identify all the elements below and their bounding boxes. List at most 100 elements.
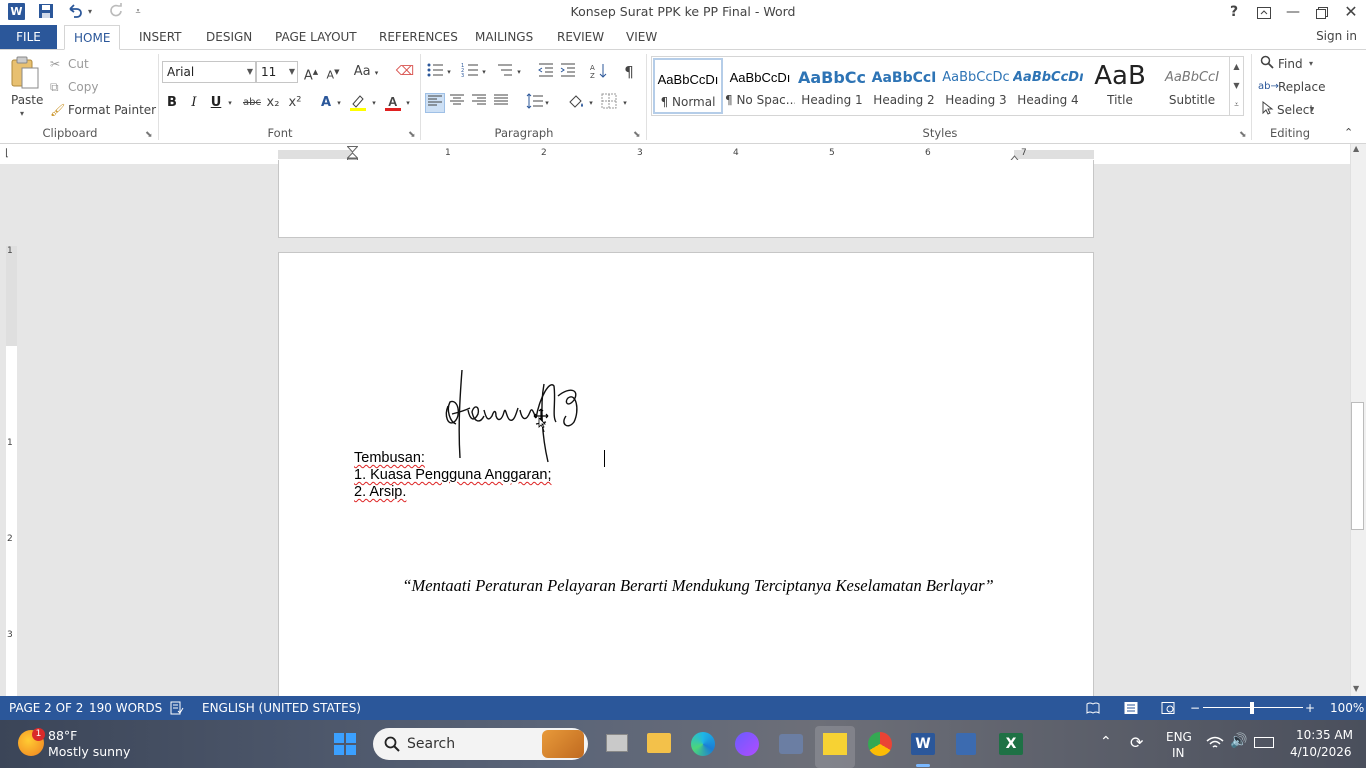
zoom-level[interactable]: 100% <box>1330 696 1364 720</box>
camera-icon[interactable] <box>779 734 803 754</box>
superscript-button[interactable]: x² <box>285 93 305 113</box>
paste-icon[interactable] <box>10 56 42 90</box>
bold-button[interactable]: B <box>162 93 182 113</box>
align-right-icon[interactable] <box>469 93 489 113</box>
collapse-ribbon-icon[interactable]: ⌃ <box>1344 124 1353 142</box>
tembusan-item-1[interactable]: 1. Kuasa Pengguna Anggaran; <box>354 467 552 483</box>
calculator-icon[interactable] <box>956 733 976 755</box>
sync-icon[interactable]: ⟳ <box>1130 733 1143 752</box>
scroll-up-icon[interactable]: ▲ <box>1353 144 1359 153</box>
style-heading-3[interactable]: AaBbCcDc Heading 3 <box>941 58 1011 114</box>
word-taskbar-icon[interactable]: W <box>911 733 935 755</box>
highlight-color-icon[interactable] <box>348 93 368 113</box>
tab-insert[interactable]: INSERT <box>130 25 191 50</box>
styles-more-icon[interactable]: ⩡ <box>1230 95 1243 114</box>
clock-time[interactable]: 10:35 AM <box>1296 728 1353 742</box>
proofing-icon[interactable] <box>170 696 184 723</box>
text-effects-icon[interactable]: A <box>316 93 336 113</box>
style-heading-2[interactable]: AaBbCcI Heading 2 <box>869 58 939 114</box>
restore-icon[interactable] <box>1307 0 1337 25</box>
tab-view[interactable]: VIEW <box>617 25 666 50</box>
style-title[interactable]: AaB Title <box>1085 58 1155 114</box>
tab-design[interactable]: DESIGN <box>197 25 261 50</box>
shrink-font-icon[interactable]: A▼ <box>323 62 343 82</box>
footer-motto[interactable]: “Mentaati Peraturan Pelayaran Berarti Me… <box>278 576 1118 596</box>
tab-home[interactable]: HOME <box>64 25 121 50</box>
replace-button[interactable]: Replace <box>1278 78 1325 96</box>
italic-button[interactable]: I <box>184 93 204 113</box>
input-language-1[interactable]: ENG <box>1166 730 1192 744</box>
scrollbar-thumb[interactable] <box>1351 402 1364 530</box>
numbering-icon[interactable]: 123 <box>460 62 480 82</box>
zoom-in-icon[interactable]: + <box>1305 696 1315 720</box>
copilot-icon[interactable] <box>735 732 759 756</box>
input-language-2[interactable]: IN <box>1172 746 1185 760</box>
styles-scroll[interactable]: ▲ ▼ ⩡ <box>1229 57 1243 115</box>
copy-button[interactable]: Copy <box>68 78 98 96</box>
increase-indent-icon[interactable] <box>558 62 578 82</box>
grow-font-icon[interactable]: A▲ <box>301 62 321 83</box>
shading-icon[interactable] <box>566 93 586 113</box>
print-layout-icon[interactable] <box>1124 696 1138 722</box>
minimize-icon[interactable]: — <box>1278 0 1308 25</box>
font-color-dropdown-icon[interactable]: ▾ <box>403 93 413 113</box>
decrease-indent-icon[interactable] <box>536 62 556 82</box>
font-launcher-icon[interactable]: ⬊ <box>408 126 416 144</box>
ribbon-display-options-icon[interactable] <box>1249 0 1279 25</box>
paste-button[interactable]: Paste <box>11 91 43 109</box>
styles-launcher-icon[interactable]: ⬊ <box>1239 126 1247 144</box>
borders-dropdown-icon[interactable]: ▾ <box>620 93 630 113</box>
font-color-icon[interactable]: A <box>383 93 403 113</box>
zoom-out-icon[interactable]: − <box>1190 696 1200 720</box>
tembusan-item-2[interactable]: 2. Arsip. <box>354 484 406 500</box>
style-subtitle[interactable]: AaBbCcI Subtitle <box>1157 58 1227 114</box>
chevron-up-icon[interactable]: ▲ <box>1230 57 1243 76</box>
bullets-dropdown-icon[interactable]: ▾ <box>444 62 454 82</box>
tab-selector-icon[interactable]: ⌊ <box>5 148 17 160</box>
style-heading-4[interactable]: AaBbCcDı Heading 4 <box>1013 58 1083 114</box>
bullets-icon[interactable] <box>425 62 445 82</box>
text-effects-dropdown-icon[interactable]: ▾ <box>334 93 344 113</box>
cut-button[interactable]: Cut <box>68 55 89 73</box>
subscript-button[interactable]: x₂ <box>263 93 283 113</box>
weather-temp[interactable]: 88°F <box>48 728 77 743</box>
tab-review[interactable]: REVIEW <box>548 25 613 50</box>
chevron-down-icon[interactable]: ▼ <box>1230 76 1243 95</box>
close-icon[interactable]: ✕ <box>1336 0 1366 25</box>
signature-image[interactable] <box>440 366 590 464</box>
underline-dropdown-icon[interactable]: ▾ <box>225 93 235 113</box>
format-painter-button[interactable]: Format Painter <box>68 101 156 119</box>
highlight-dropdown-icon[interactable]: ▾ <box>369 93 379 113</box>
volume-icon[interactable]: 🔊 <box>1230 733 1247 749</box>
strikethrough-button[interactable]: abc <box>240 93 264 113</box>
borders-icon[interactable] <box>599 93 619 113</box>
numbering-dropdown-icon[interactable]: ▾ <box>479 62 489 82</box>
align-left-icon[interactable] <box>425 93 445 113</box>
sign-in-link[interactable]: Sign in <box>1316 26 1357 46</box>
excel-icon[interactable]: X <box>999 733 1023 755</box>
font-name-combo[interactable]: Arial ▼ <box>162 61 256 83</box>
show-formatting-marks-icon[interactable]: ¶ <box>619 62 639 82</box>
line-spacing-dropdown-icon[interactable]: ▾ <box>542 93 552 113</box>
tembusan-heading[interactable]: Tembusan: <box>354 450 425 466</box>
shading-dropdown-icon[interactable]: ▾ <box>586 93 596 113</box>
scroll-down-icon[interactable]: ▼ <box>1353 684 1359 693</box>
tab-mailings[interactable]: MAILINGS <box>466 25 542 50</box>
language-status[interactable]: ENGLISH (UNITED STATES) <box>202 696 361 720</box>
align-center-icon[interactable] <box>447 93 467 113</box>
page-1-bottom[interactable] <box>278 160 1094 238</box>
task-view-icon[interactable] <box>606 734 628 752</box>
zoom-slider-thumb[interactable] <box>1250 702 1254 714</box>
clear-formatting-icon[interactable]: ⌫ <box>395 62 415 82</box>
tab-file[interactable]: FILE <box>0 25 57 50</box>
find-button[interactable]: Find <box>1278 55 1303 73</box>
sort-icon[interactable]: AZ <box>589 62 609 82</box>
tab-references[interactable]: REFERENCES <box>370 25 467 50</box>
justify-icon[interactable] <box>491 93 511 113</box>
font-size-combo[interactable]: 11 ▼ <box>256 61 298 83</box>
chrome-icon[interactable] <box>868 732 892 756</box>
help-icon[interactable]: ? <box>1219 0 1249 25</box>
select-dropdown-icon[interactable]: ▾ <box>1310 101 1314 119</box>
find-dropdown-icon[interactable]: ▾ <box>1309 55 1313 73</box>
read-mode-icon[interactable] <box>1086 696 1100 722</box>
